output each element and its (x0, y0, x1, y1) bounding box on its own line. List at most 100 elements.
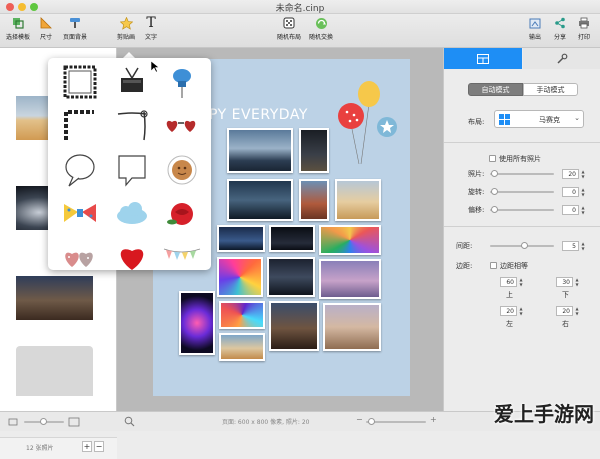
margin-right-stepper[interactable]: ▲ ▼ (574, 306, 580, 316)
patterned-hearts-clipart[interactable] (58, 236, 102, 276)
spacing-input[interactable]: 5 (562, 241, 579, 251)
photo-count: 12 张照片 (26, 445, 54, 452)
layout-icon (477, 53, 489, 64)
ornate-frame-clipart[interactable] (58, 62, 102, 102)
collage-photo[interactable] (217, 257, 263, 297)
margin-equal-checkbox[interactable] (490, 262, 497, 269)
photo-list-footer: 12 张照片 + − (0, 437, 117, 459)
margin-bottom-label: 下 (562, 291, 569, 299)
rotate-input[interactable]: 0 (562, 187, 579, 197)
photos-input[interactable]: 20 (562, 169, 579, 179)
headline-text[interactable]: PY EVERYDAY (209, 107, 308, 123)
collage-photo[interactable] (179, 291, 215, 355)
random-layout-button[interactable]: 随机布局 (274, 16, 304, 41)
margin-right-input[interactable]: 20 (556, 306, 573, 316)
rotate-stepper[interactable]: ▲ ▼ (580, 187, 586, 197)
tilt-stepper[interactable]: ▲ ▼ (580, 205, 586, 215)
collage-photo[interactable] (219, 301, 265, 329)
collage-photo[interactable] (227, 128, 293, 173)
coffee-cup-clipart[interactable] (160, 150, 204, 190)
use-all-photos-checkbox[interactable] (489, 155, 496, 162)
balloons-clipart[interactable] (329, 79, 399, 169)
export-button[interactable]: 输出 (525, 16, 545, 41)
collage-photo[interactable] (269, 225, 315, 252)
zoom-slider[interactable] (366, 421, 426, 423)
photos-slider[interactable] (490, 173, 554, 175)
chevron-down-icon: ⌄ (574, 114, 580, 122)
ruler-icon (39, 16, 53, 30)
wrench-icon (557, 53, 568, 64)
rotate-slider[interactable] (490, 191, 554, 193)
photo-thumbnail[interactable] (16, 276, 93, 320)
spacing-stepper[interactable]: ▲ ▼ (580, 241, 586, 251)
collage-photo[interactable] (319, 225, 381, 255)
tab-tools[interactable] (523, 48, 600, 69)
cloud-clipart[interactable] (110, 194, 154, 234)
add-photo-button[interactable]: + (82, 441, 92, 452)
text-button[interactable]: T 文字 (141, 16, 161, 41)
spacing-label: 间距: (456, 242, 473, 250)
collage-photo[interactable] (299, 179, 329, 221)
remove-photo-button[interactable]: − (94, 441, 104, 452)
thumbnail-size-knob[interactable] (40, 418, 47, 425)
paint-roller-icon (68, 16, 82, 30)
manual-mode-button[interactable]: 手动模式 (523, 83, 578, 96)
corner-ornament-clipart[interactable] (110, 106, 154, 146)
paper-note-clipart[interactable] (110, 150, 154, 190)
margin-bottom-stepper[interactable]: ▲ ▼ (574, 277, 580, 287)
template-button[interactable]: 选择模板 (4, 16, 32, 41)
zoom-in-button[interactable]: + (430, 415, 437, 424)
margin-left-input[interactable]: 20 (500, 306, 517, 316)
share-button[interactable]: 分享 (550, 16, 570, 41)
red-heart-clipart[interactable] (110, 236, 154, 276)
zoom-out-button[interactable]: − (356, 415, 363, 424)
bow-tie-clipart[interactable] (58, 194, 102, 234)
tilt-slider[interactable] (490, 209, 554, 211)
layout-select[interactable]: 马赛克 ⌄ (494, 110, 584, 128)
collage-photo[interactable] (269, 301, 319, 351)
size-button[interactable]: 尺寸 (35, 16, 57, 41)
margin-left-label: 左 (506, 320, 513, 328)
page-background-button[interactable]: 页面背景 (60, 16, 90, 41)
speech-bubble-clipart[interactable] (58, 150, 102, 190)
zoom-slider-knob[interactable] (368, 418, 375, 425)
margin-top-stepper[interactable]: ▲ ▼ (518, 277, 524, 287)
collage-photo[interactable] (267, 257, 315, 297)
margin-left-stepper[interactable]: ▲ ▼ (518, 306, 524, 316)
collage-photo[interactable] (299, 128, 329, 173)
rotate-slider-knob[interactable] (491, 188, 498, 195)
margin-top-input[interactable]: 60 (500, 277, 517, 287)
heart-sunglasses-clipart[interactable] (160, 106, 204, 146)
zoom-out-photos-icon[interactable] (8, 417, 18, 427)
margin-right-label: 右 (562, 320, 569, 328)
rose-clipart[interactable] (160, 194, 204, 234)
page-info: 页面: 600 x 800 像素, 照片: 20 (222, 419, 310, 426)
push-pin-clipart[interactable] (160, 62, 204, 102)
tab-layout[interactable] (444, 48, 522, 69)
collage-photo[interactable] (319, 259, 381, 299)
auto-mode-button[interactable]: 自动模式 (468, 83, 523, 96)
tilt-slider-knob[interactable] (491, 206, 498, 213)
text-icon: T (146, 15, 156, 31)
clipart-button[interactable]: 剪贴画 (114, 16, 138, 41)
photos-slider-knob[interactable] (491, 170, 498, 177)
photo-thumbnail[interactable] (16, 346, 93, 396)
title-bar: 未命名.cinp (0, 0, 600, 14)
binder-clip-clipart[interactable] (110, 62, 154, 102)
margin-bottom-input[interactable]: 30 (556, 277, 573, 287)
shuffle-icon (314, 16, 328, 30)
collage-photo[interactable] (335, 179, 381, 221)
collage-photo[interactable] (217, 225, 265, 252)
collage-photo[interactable] (219, 333, 265, 361)
random-swap-button[interactable]: 随机交换 (306, 16, 336, 41)
collage-photo[interactable] (323, 303, 381, 351)
photos-stepper[interactable]: ▲ ▼ (580, 169, 586, 179)
spacing-slider-knob[interactable] (521, 242, 528, 249)
magnifier-icon[interactable] (124, 416, 135, 427)
zoom-in-photos-icon[interactable] (68, 416, 80, 428)
tilt-input[interactable]: 0 (562, 205, 579, 215)
corner-frame-clipart[interactable] (58, 106, 102, 146)
bunting-flags-clipart[interactable] (160, 236, 204, 276)
collage-photo[interactable] (227, 179, 293, 221)
print-button[interactable]: 打印 (574, 16, 594, 41)
